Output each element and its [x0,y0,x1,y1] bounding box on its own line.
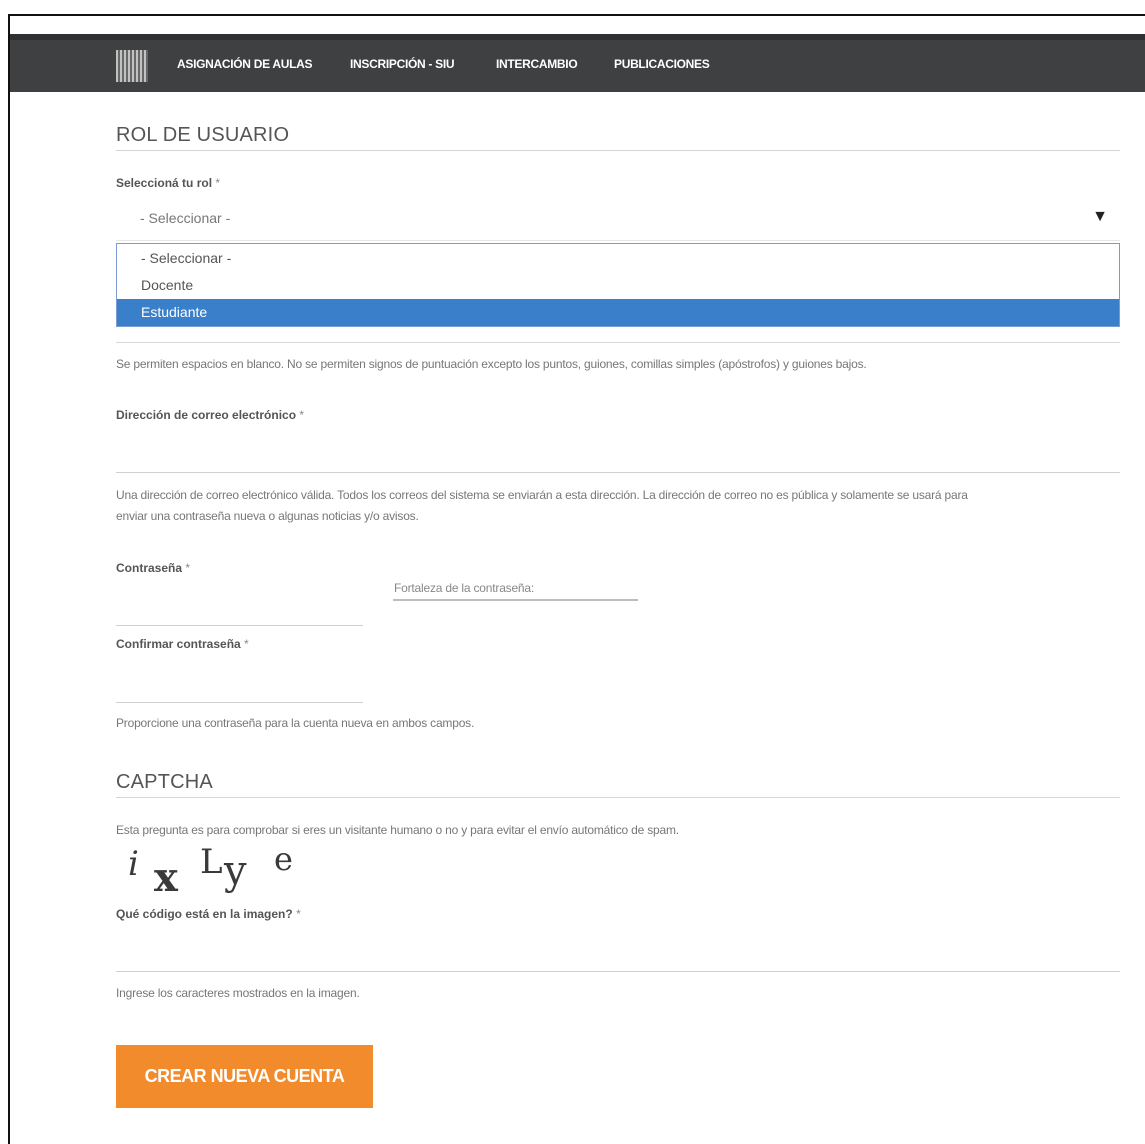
site-logo-icon[interactable] [116,50,148,82]
dropdown-arrow-icon: ▼ [1092,208,1108,225]
required-mark: * [299,408,305,422]
captcha-input[interactable] [116,971,1120,972]
required-mark: * [185,561,191,575]
nav-link-intercambio[interactable]: INTERCAMBIO [496,57,578,71]
captcha-char: x [154,854,178,901]
required-mark: * [296,907,301,921]
rol-option-estudiante[interactable]: Estudiante [117,299,1119,326]
captcha-section-divider [116,797,1120,798]
email-help-line-1: Una dirección de correo electrónico váli… [116,488,968,502]
captcha-section-title: CAPTCHA [116,771,213,793]
rol-select-underline [116,240,1120,241]
password-input[interactable] [116,625,363,626]
required-mark: * [244,637,249,651]
confirm-password-label: Confirmar contraseña * [116,637,249,651]
captcha-char: i [128,844,139,884]
password-help-text: Proporcione una contraseña para la cuent… [116,716,475,730]
captcha-char: L [200,842,223,882]
rol-select-value: - Seleccionar - [140,210,231,226]
rol-option-docente[interactable]: Docente [117,272,1119,299]
captcha-question-label: Qué código está en la imagen? * [116,907,301,921]
captcha-char: y [224,848,247,894]
captcha-char: e [274,840,293,878]
password-strength-label: Fortaleza de la contraseña: [394,581,535,595]
email-label: Dirección de correo electrónico * [116,408,305,422]
nav-link-publicaciones[interactable]: PUBLICACIONES [614,57,710,71]
rol-option-seleccionar[interactable]: - Seleccionar - [117,245,1119,272]
captcha-description: Esta pregunta es para comprobar si eres … [116,823,679,837]
create-account-button[interactable]: CREAR NUEVA CUENTA [116,1045,373,1108]
rol-section-title: ROL DE USUARIO [116,124,290,146]
password-label: Contraseña * [116,561,191,575]
rol-label: Seleccioná tu rol * [116,176,221,190]
rol-dropdown-list: - Seleccionar - Docente Estudiante [116,243,1120,327]
nav-link-inscripcion-siu[interactable]: INSCRIPCIÓN - SIU [350,57,455,71]
nav-link-asignacion-de-aulas[interactable]: ASIGNACIÓN DE AULAS [177,57,313,71]
captcha-image: i x L y e [124,840,314,902]
required-mark: * [215,176,221,190]
rol-field-underline [116,342,1120,343]
rol-section-divider [116,150,1120,151]
email-input[interactable] [116,472,1120,473]
rol-help-text: Se permiten espacios en blanco. No se pe… [116,357,867,371]
rol-select[interactable]: - Seleccionar - ▼ [116,204,1120,234]
password-strength-meter [393,599,638,601]
email-help-line-2: enviar una contraseña nueva o algunas no… [116,509,419,523]
confirm-password-input[interactable] [116,702,363,703]
captcha-help-text: Ingrese los caracteres mostrados en la i… [116,986,360,1000]
